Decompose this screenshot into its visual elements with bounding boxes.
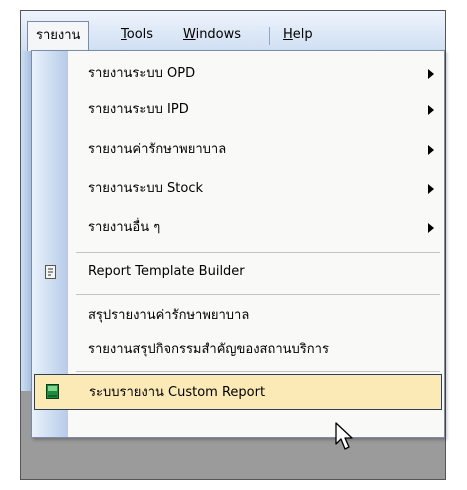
menu-windows[interactable]: Windows <box>175 23 249 47</box>
menu-reports-label: รายงาน <box>36 28 81 43</box>
menu-item-medical-fee-reports[interactable]: รายงานค่ารักษาพยาบาล <box>32 132 444 168</box>
menu-separator <box>76 252 440 253</box>
menu-separator <box>76 371 440 372</box>
menu-item-label: Report Template Builder <box>88 264 245 279</box>
menu-item-other-reports[interactable]: รายงานอื่น ๆ <box>32 210 444 246</box>
menu-tools-label: ools <box>126 27 154 42</box>
menu-bar: รายงาน Tools Windows Help <box>21 11 445 52</box>
submenu-arrow-icon <box>428 69 434 79</box>
menu-item-label: รายงานระบบ IPD <box>88 102 189 117</box>
menu-item-label: ระบบรายงาน Custom Report <box>89 385 266 400</box>
menu-item-report-template-builder[interactable]: Report Template Builder <box>32 254 444 290</box>
green-book-icon <box>46 384 60 404</box>
mouse-cursor-icon <box>335 422 359 456</box>
menu-reports[interactable]: รายงาน <box>27 21 90 51</box>
menu-item-label: รายงานสรุปกิจกรรมสำคัญของสถานบริการ <box>88 342 329 357</box>
menu-help[interactable]: Help <box>275 23 321 47</box>
menu-item-label: สรุปรายงานค่ารักษาพยาบาล <box>88 308 250 323</box>
submenu-arrow-icon <box>428 184 434 194</box>
reports-dropdown-menu: รายงานระบบ OPD รายงานระบบ IPD รายงานค่าร… <box>31 50 445 438</box>
menu-item-ipd-reports[interactable]: รายงานระบบ IPD <box>32 92 444 128</box>
menu-item-label: รายงานระบบ OPD <box>88 66 196 81</box>
menu-item-label: รายงานระบบ Stock <box>88 181 204 196</box>
menu-windows-mnemonic: W <box>183 27 196 42</box>
menu-item-label: รายงานอื่น ๆ <box>88 220 161 235</box>
submenu-arrow-icon <box>428 145 434 155</box>
submenu-arrow-icon <box>428 223 434 233</box>
app-window: รายงาน Tools Windows Help รายงานระบบ OPD… <box>20 10 446 480</box>
menu-tools[interactable]: Tools <box>113 23 161 47</box>
menu-item-opd-reports[interactable]: รายงานระบบ OPD <box>32 56 444 92</box>
document-list-icon <box>45 265 57 283</box>
menu-help-mnemonic: H <box>283 27 293 42</box>
submenu-arrow-icon <box>428 105 434 115</box>
menu-separator <box>76 294 440 295</box>
menu-item-medical-fee-summary[interactable]: สรุปรายงานค่ารักษาพยาบาล <box>32 298 444 334</box>
toolbar-strip <box>21 51 31 391</box>
menu-item-activity-summary[interactable]: รายงานสรุปกิจกรรมสำคัญของสถานบริการ <box>32 332 444 368</box>
menu-windows-label: indows <box>195 27 242 42</box>
menu-item-label: รายงานค่ารักษาพยาบาล <box>88 142 227 157</box>
menu-item-stock-reports[interactable]: รายงานระบบ Stock <box>32 171 444 207</box>
menu-help-label: elp <box>292 27 313 42</box>
menu-item-custom-report[interactable]: ระบบรายงาน Custom Report <box>34 374 442 410</box>
menubar-divider <box>269 27 270 45</box>
